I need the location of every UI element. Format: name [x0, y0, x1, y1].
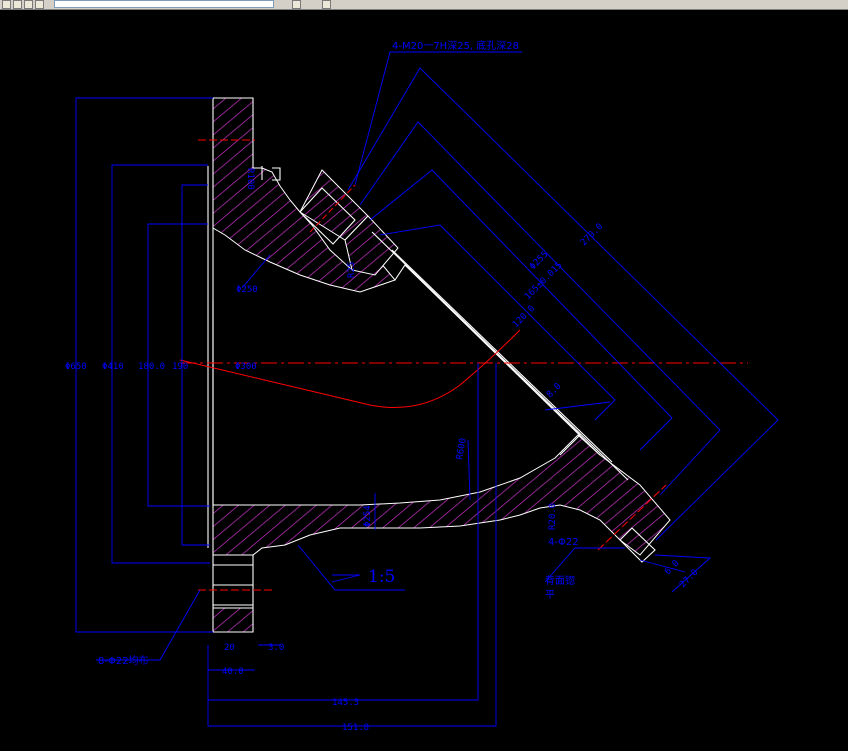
bolt-holes-note: 8-Φ22均布	[98, 655, 149, 667]
side-holes-note-line2: 背面锪	[545, 574, 575, 587]
dim-bolt-circle: Φ410	[102, 362, 124, 372]
side-holes-note-line1: 4-Φ22	[548, 537, 579, 548]
side-holes-note-line3: 平	[545, 590, 555, 601]
annotations: 4-M20一7H深25, 底孔深28 8-Φ22均布 4-Φ22 背面锪 平 1…	[98, 39, 579, 667]
dim-flange-40: 40.0	[222, 667, 244, 677]
dim-r100: R100	[245, 168, 255, 190]
dim-length-151: 151.8	[342, 723, 369, 733]
dim-120: 120.0	[511, 304, 537, 330]
dim-r600: R600	[455, 437, 469, 460]
layer-icon[interactable]	[24, 0, 33, 9]
dim-gap-3: 3.0	[268, 643, 284, 653]
tapped-hole-note: 4-M20一7H深25, 底孔深28	[392, 39, 519, 52]
layer-dropdown[interactable]	[54, 0, 274, 8]
save-icon[interactable]	[13, 0, 22, 9]
dim-r20: R20.0	[548, 503, 558, 530]
dim-190: 190	[172, 362, 188, 372]
dim-180: 180.0	[138, 362, 165, 372]
dim-250: Φ250	[236, 285, 258, 295]
dim-r25: R25	[347, 262, 357, 278]
layers-icon[interactable]	[322, 0, 331, 9]
dim-flange-20: 20	[224, 643, 235, 653]
dimension-lines	[75, 51, 779, 727]
window-icon[interactable]	[2, 0, 11, 9]
dim-8: 8.0	[545, 382, 564, 401]
hatched-sections	[212, 97, 671, 633]
toolbar	[0, 0, 848, 10]
dim-neck: Φ254	[363, 505, 373, 527]
color-icon[interactable]	[35, 0, 44, 9]
dim-length-145: 145.3	[332, 698, 359, 708]
dim-inner-diameter: Φ300	[235, 362, 257, 372]
bottom-flange-lower-section	[212, 607, 254, 633]
dim-270: 270.0	[579, 222, 605, 248]
cad-drawing-canvas[interactable]: Φ650 Φ410 180.0 190 Φ300 Φ250 R100 R25 2…	[0, 10, 848, 751]
bottom-flange-section	[212, 434, 671, 556]
taper-ratio-label: 1:5	[368, 567, 395, 587]
cube-icon[interactable]	[292, 0, 301, 9]
dim-small-6: 6.0	[663, 559, 682, 578]
dim-outer-diameter: Φ650	[65, 362, 87, 372]
